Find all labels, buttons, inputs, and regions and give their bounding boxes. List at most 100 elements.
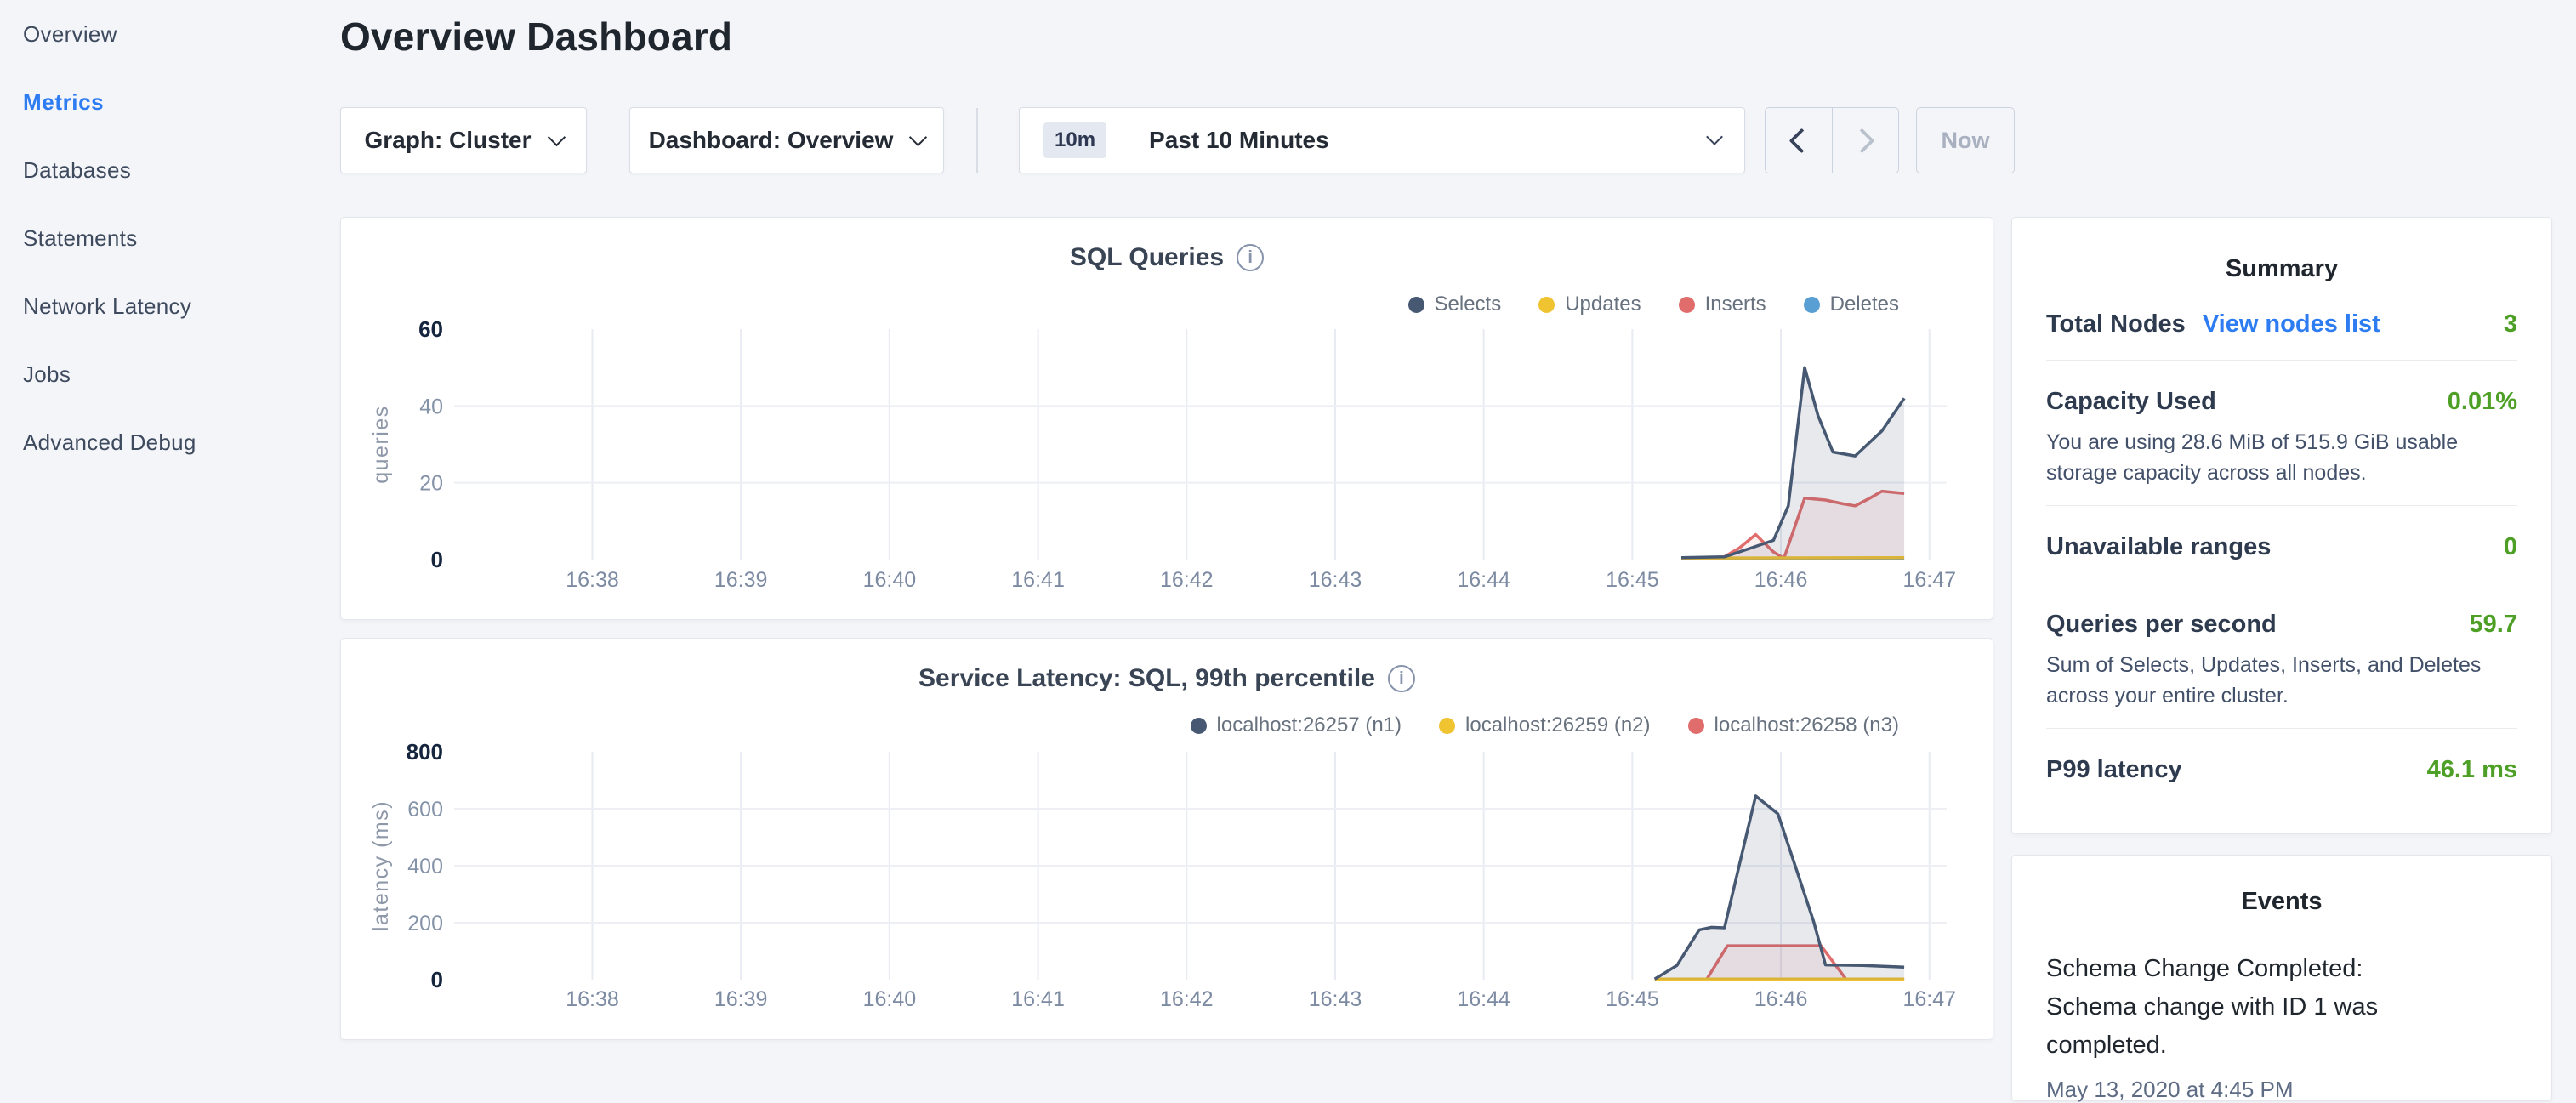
svg-text:0: 0 bbox=[431, 967, 443, 992]
svg-text:16:47: 16:47 bbox=[1902, 568, 1956, 592]
summary-row-label: Queries per second bbox=[2046, 611, 2277, 639]
sidebar-item-jobs[interactable]: Jobs bbox=[0, 340, 340, 408]
summary-row-label: Total Nodes bbox=[2046, 310, 2186, 338]
legend-dot bbox=[1538, 297, 1555, 313]
events-panel: Events Schema Change Completed: Schema c… bbox=[2011, 855, 2552, 1101]
summary-row: Total Nodes View nodes list 3 bbox=[2046, 305, 2517, 361]
svg-text:16:40: 16:40 bbox=[863, 568, 917, 592]
svg-text:400: 400 bbox=[407, 855, 443, 878]
previous-time-button[interactable] bbox=[1766, 108, 1833, 173]
chart-title-row: Service Latency: SQL, 99th percentile i bbox=[341, 664, 1993, 693]
sql-queries-plot[interactable]: 16:3816:3916:4016:4116:4216:4316:4416:45… bbox=[341, 218, 1993, 619]
summary-panel: Summary Total Nodes View nodes list 3 Ca… bbox=[2011, 217, 2552, 834]
legend-dot bbox=[1439, 718, 1455, 734]
chevron-down-icon bbox=[1706, 128, 1723, 145]
legend-item: localhost:26259 (n2) bbox=[1439, 714, 1650, 737]
svg-text:16:38: 16:38 bbox=[566, 987, 619, 1011]
view-nodes-list-link[interactable]: View nodes list bbox=[2203, 310, 2380, 338]
summary-row: P99 latency 46.1 ms bbox=[2046, 751, 2517, 788]
summary-row-label: P99 latency bbox=[2046, 756, 2182, 784]
now-button[interactable]: Now bbox=[1916, 107, 2015, 173]
chart-title: SQL Queries bbox=[1070, 243, 1224, 272]
sidebar-item-network-latency[interactable]: Network Latency bbox=[0, 272, 340, 340]
summary-row-subtext: You are using 28.6 MiB of 515.9 GiB usab… bbox=[2046, 427, 2517, 488]
legend-item: Deletes bbox=[1804, 293, 1899, 316]
svg-text:40: 40 bbox=[419, 395, 443, 418]
svg-text:16:46: 16:46 bbox=[1754, 987, 1808, 1011]
events-list: Schema Change Completed: Schema change w… bbox=[2046, 950, 2517, 1103]
divider bbox=[2046, 360, 2517, 361]
service-latency-plot[interactable]: 16:38 16:39 16:40 16:41 16:42 16:43 16:44 16:45… bbox=[341, 639, 1993, 1039]
legend-label: Updates bbox=[1565, 293, 1641, 316]
legend-item: localhost:26257 (n1) bbox=[1191, 714, 1402, 737]
toolbar-divider bbox=[976, 108, 978, 173]
service-latency-chart-card: Service Latency: SQL, 99th percentile i … bbox=[340, 638, 1993, 1040]
svg-text:16:41: 16:41 bbox=[1011, 987, 1065, 1011]
chart-title-row: SQL Queries i bbox=[341, 243, 1993, 272]
sidebar-item-overview[interactable]: Overview bbox=[0, 0, 340, 68]
svg-text:200: 200 bbox=[407, 912, 443, 935]
svg-text:16:43: 16:43 bbox=[1309, 987, 1362, 1011]
svg-text:16:45: 16:45 bbox=[1606, 568, 1659, 592]
summary-row-label: Unavailable ranges bbox=[2046, 533, 2271, 561]
event-timestamp: May 13, 2020 at 4:45 PM bbox=[2046, 1077, 2517, 1103]
summary-row-subtext: Sum of Selects, Updates, Inserts, and De… bbox=[2046, 650, 2517, 711]
dashboard-selector-dropdown[interactable]: Dashboard: Overview bbox=[629, 107, 944, 173]
divider bbox=[2046, 728, 2517, 729]
sidebar-item-databases[interactable]: Databases bbox=[0, 136, 340, 204]
chevron-right-icon bbox=[1849, 128, 1874, 153]
svg-text:16:44: 16:44 bbox=[1457, 987, 1510, 1011]
svg-text:20: 20 bbox=[419, 472, 443, 496]
summary-row-value: 0 bbox=[2504, 533, 2517, 561]
summary-row-value: 3 bbox=[2504, 310, 2517, 338]
graph-selector-dropdown[interactable]: Graph: Cluster bbox=[340, 107, 587, 173]
summary-title: Summary bbox=[2046, 255, 2517, 283]
summary-row: Unavailable ranges 0 bbox=[2046, 528, 2517, 583]
summary-row-value: 46.1 ms bbox=[2427, 756, 2517, 784]
svg-text:16:47: 16:47 bbox=[1902, 987, 1956, 1011]
sidebar-item-statements[interactable]: Statements bbox=[0, 204, 340, 272]
svg-text:queries: queries bbox=[369, 405, 393, 484]
svg-text:16:40: 16:40 bbox=[863, 987, 917, 1011]
info-icon[interactable]: i bbox=[1388, 665, 1415, 692]
legend-item: localhost:26258 (n3) bbox=[1688, 714, 1899, 737]
chart-title: Service Latency: SQL, 99th percentile bbox=[918, 664, 1375, 693]
summary-row-value: 0.01% bbox=[2448, 388, 2517, 416]
info-icon[interactable]: i bbox=[1237, 244, 1264, 271]
events-title: Events bbox=[2046, 888, 2517, 916]
event-text: Schema Change Completed: Schema change w… bbox=[2046, 950, 2459, 1065]
svg-text:16:42: 16:42 bbox=[1160, 987, 1214, 1011]
legend-label: localhost:26259 (n2) bbox=[1465, 714, 1650, 737]
legend-dot bbox=[1688, 718, 1704, 734]
summary-row-value: 59.7 bbox=[2470, 611, 2517, 639]
svg-text:16:39: 16:39 bbox=[714, 568, 768, 592]
legend-label: localhost:26258 (n3) bbox=[1714, 714, 1899, 737]
svg-text:16:39: 16:39 bbox=[714, 987, 768, 1011]
time-step-button-group bbox=[1765, 107, 1899, 173]
svg-text:0: 0 bbox=[431, 547, 443, 572]
svg-text:600: 600 bbox=[407, 798, 443, 822]
divider bbox=[2046, 505, 2517, 506]
sidebar-item-metrics[interactable]: Metrics bbox=[0, 68, 340, 136]
summary-row: Queries per second 59.7 Sum of Selects, … bbox=[2046, 606, 2517, 729]
svg-text:16:38: 16:38 bbox=[566, 568, 619, 592]
chevron-left-icon bbox=[1789, 128, 1815, 153]
time-range-dropdown[interactable]: 10m Past 10 Minutes bbox=[1019, 107, 1745, 173]
next-time-button[interactable] bbox=[1833, 108, 1899, 173]
legend-label: Inserts bbox=[1705, 293, 1766, 316]
svg-text:16:45: 16:45 bbox=[1606, 987, 1659, 1011]
now-button-label: Now bbox=[1942, 128, 1990, 154]
summary-rows: Total Nodes View nodes list 3 Capacity U… bbox=[2046, 305, 2517, 788]
dashboard-selector-label: Dashboard: Overview bbox=[649, 127, 894, 154]
svg-text:16:42: 16:42 bbox=[1160, 568, 1214, 592]
svg-text:16:44: 16:44 bbox=[1457, 568, 1510, 592]
sidebar-item-advanced-debug[interactable]: Advanced Debug bbox=[0, 408, 340, 476]
svg-text:800: 800 bbox=[407, 739, 443, 765]
legend-item: Selects bbox=[1408, 293, 1502, 316]
legend-label: localhost:26257 (n1) bbox=[1217, 714, 1402, 737]
chart-legend: Selects Updates Inserts Deletes bbox=[1408, 293, 1900, 316]
legend-label: Deletes bbox=[1830, 293, 1899, 316]
sql-queries-chart-card: SQL Queries i Selects Updates Inserts Delet… bbox=[340, 217, 1993, 620]
legend-item: Updates bbox=[1538, 293, 1641, 316]
legend-dot bbox=[1408, 297, 1424, 313]
